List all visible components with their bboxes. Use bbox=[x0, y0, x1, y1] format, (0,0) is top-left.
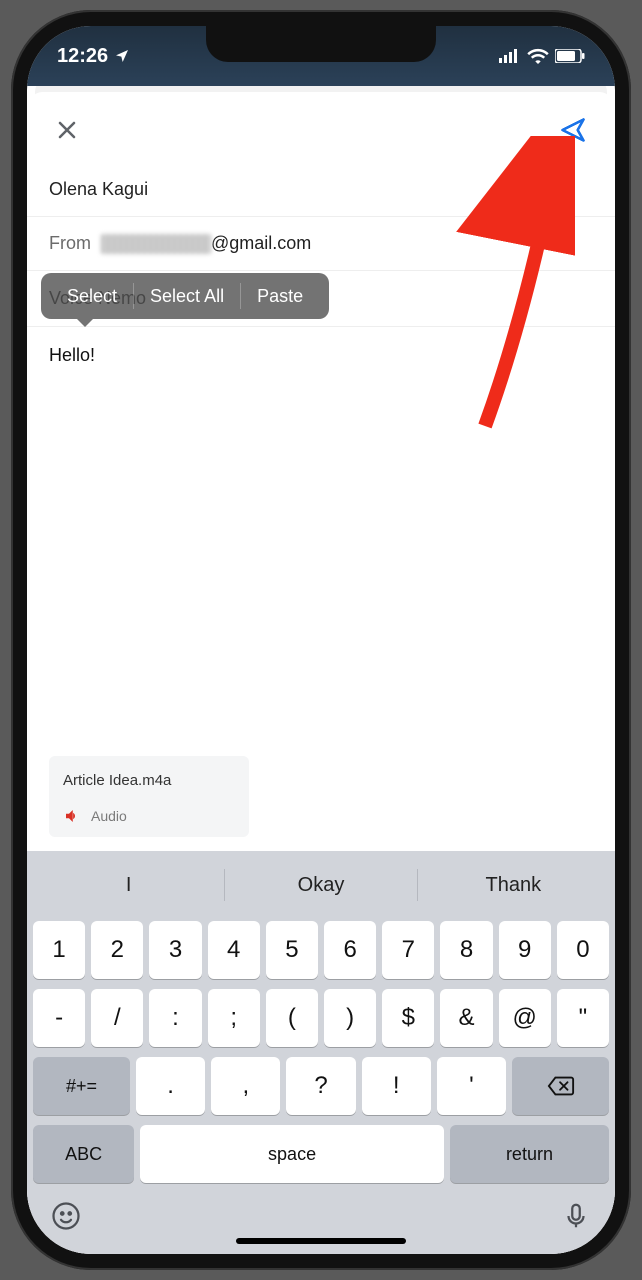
key-return[interactable]: return bbox=[450, 1125, 609, 1183]
send-icon bbox=[559, 116, 587, 144]
emoji-icon bbox=[51, 1201, 81, 1231]
key-quote[interactable]: " bbox=[557, 989, 609, 1047]
key-row-3: #+= . , ? ! ' bbox=[33, 1057, 609, 1115]
mic-icon bbox=[561, 1201, 591, 1231]
key-8[interactable]: 8 bbox=[440, 921, 492, 979]
backspace-icon bbox=[547, 1075, 575, 1097]
key-space[interactable]: space bbox=[140, 1125, 444, 1183]
key-symbols-shift[interactable]: #+= bbox=[33, 1057, 130, 1115]
prediction-bar: I Okay Thank bbox=[33, 859, 609, 911]
menu-paste[interactable]: Paste bbox=[241, 286, 319, 307]
key-row-4: ABC space return bbox=[33, 1125, 609, 1183]
clock-text: 12:26 bbox=[57, 45, 108, 68]
attachment-name: Article Idea.m4a bbox=[63, 772, 235, 789]
attachment-kind-row: Audio bbox=[63, 807, 235, 825]
key-5[interactable]: 5 bbox=[266, 921, 318, 979]
key-6[interactable]: 6 bbox=[324, 921, 376, 979]
key-rparen[interactable]: ) bbox=[324, 989, 376, 1047]
home-indicator[interactable] bbox=[236, 1238, 406, 1244]
key-slash[interactable]: / bbox=[91, 989, 143, 1047]
key-apostrophe[interactable]: ' bbox=[437, 1057, 506, 1115]
phone-frame: 12:26 Ole bbox=[11, 10, 631, 1270]
dictation-button[interactable] bbox=[561, 1201, 591, 1234]
key-dollar[interactable]: $ bbox=[382, 989, 434, 1047]
key-row-1: 1 2 3 4 5 6 7 8 9 0 bbox=[33, 921, 609, 979]
notch bbox=[206, 26, 436, 62]
prediction-2[interactable]: Okay bbox=[225, 859, 416, 911]
key-colon[interactable]: : bbox=[149, 989, 201, 1047]
status-right bbox=[499, 48, 585, 64]
audio-icon bbox=[63, 807, 81, 825]
key-0[interactable]: 0 bbox=[557, 921, 609, 979]
key-7[interactable]: 7 bbox=[382, 921, 434, 979]
key-semicolon[interactable]: ; bbox=[208, 989, 260, 1047]
cellular-icon bbox=[499, 49, 521, 63]
keyboard: I Okay Thank 1 2 3 4 5 6 7 8 bbox=[27, 851, 615, 1254]
menu-select-all[interactable]: Select All bbox=[134, 286, 240, 307]
from-label: From bbox=[49, 233, 91, 254]
emoji-button[interactable] bbox=[51, 1201, 81, 1234]
key-abc[interactable]: ABC bbox=[33, 1125, 134, 1183]
key-comma[interactable]: , bbox=[211, 1057, 280, 1115]
key-amp[interactable]: & bbox=[440, 989, 492, 1047]
location-icon bbox=[114, 48, 130, 64]
text-edit-menu: Select Select All Paste bbox=[41, 273, 329, 319]
wifi-icon bbox=[527, 48, 549, 64]
key-4[interactable]: 4 bbox=[208, 921, 260, 979]
key-bang[interactable]: ! bbox=[362, 1057, 431, 1115]
key-3[interactable]: 3 bbox=[149, 921, 201, 979]
to-value: Olena Kagui bbox=[49, 179, 148, 200]
redacted-email bbox=[101, 234, 211, 254]
subject-field[interactable]: Voice Nemo Select Select All Paste bbox=[27, 271, 615, 327]
key-lparen[interactable]: ( bbox=[266, 989, 318, 1047]
close-icon bbox=[55, 118, 79, 142]
email-body[interactable]: Hello! Article Idea.m4a Audio bbox=[27, 327, 615, 851]
screen: 12:26 Ole bbox=[27, 26, 615, 1254]
body-text: Hello! bbox=[49, 345, 95, 365]
compose-header bbox=[27, 92, 615, 163]
key-2[interactable]: 2 bbox=[91, 921, 143, 979]
key-row-2: - / : ; ( ) $ & @ " bbox=[33, 989, 609, 1047]
to-field[interactable]: Olena Kagui bbox=[27, 163, 615, 217]
key-1[interactable]: 1 bbox=[33, 921, 85, 979]
attachment-card[interactable]: Article Idea.m4a Audio bbox=[49, 756, 249, 837]
sheet-stack: Olena Kagui From @gmail.com Voice Nemo S… bbox=[27, 78, 615, 1254]
key-9[interactable]: 9 bbox=[499, 921, 551, 979]
key-backspace[interactable] bbox=[512, 1057, 609, 1115]
prediction-3[interactable]: Thank bbox=[418, 859, 609, 911]
key-period[interactable]: . bbox=[136, 1057, 205, 1115]
from-domain: @gmail.com bbox=[211, 233, 311, 253]
key-question[interactable]: ? bbox=[286, 1057, 355, 1115]
menu-select[interactable]: Select bbox=[51, 286, 133, 307]
prediction-1[interactable]: I bbox=[33, 859, 224, 911]
from-value: @gmail.com bbox=[101, 233, 311, 254]
status-time: 12:26 bbox=[57, 45, 130, 68]
attachment-kind: Audio bbox=[91, 808, 127, 824]
send-button[interactable] bbox=[553, 110, 593, 153]
from-field[interactable]: From @gmail.com bbox=[27, 217, 615, 271]
compose-sheet: Olena Kagui From @gmail.com Voice Nemo S… bbox=[27, 92, 615, 1254]
close-button[interactable] bbox=[49, 112, 85, 151]
key-dash[interactable]: - bbox=[33, 989, 85, 1047]
key-at[interactable]: @ bbox=[499, 989, 551, 1047]
battery-icon bbox=[555, 49, 585, 63]
